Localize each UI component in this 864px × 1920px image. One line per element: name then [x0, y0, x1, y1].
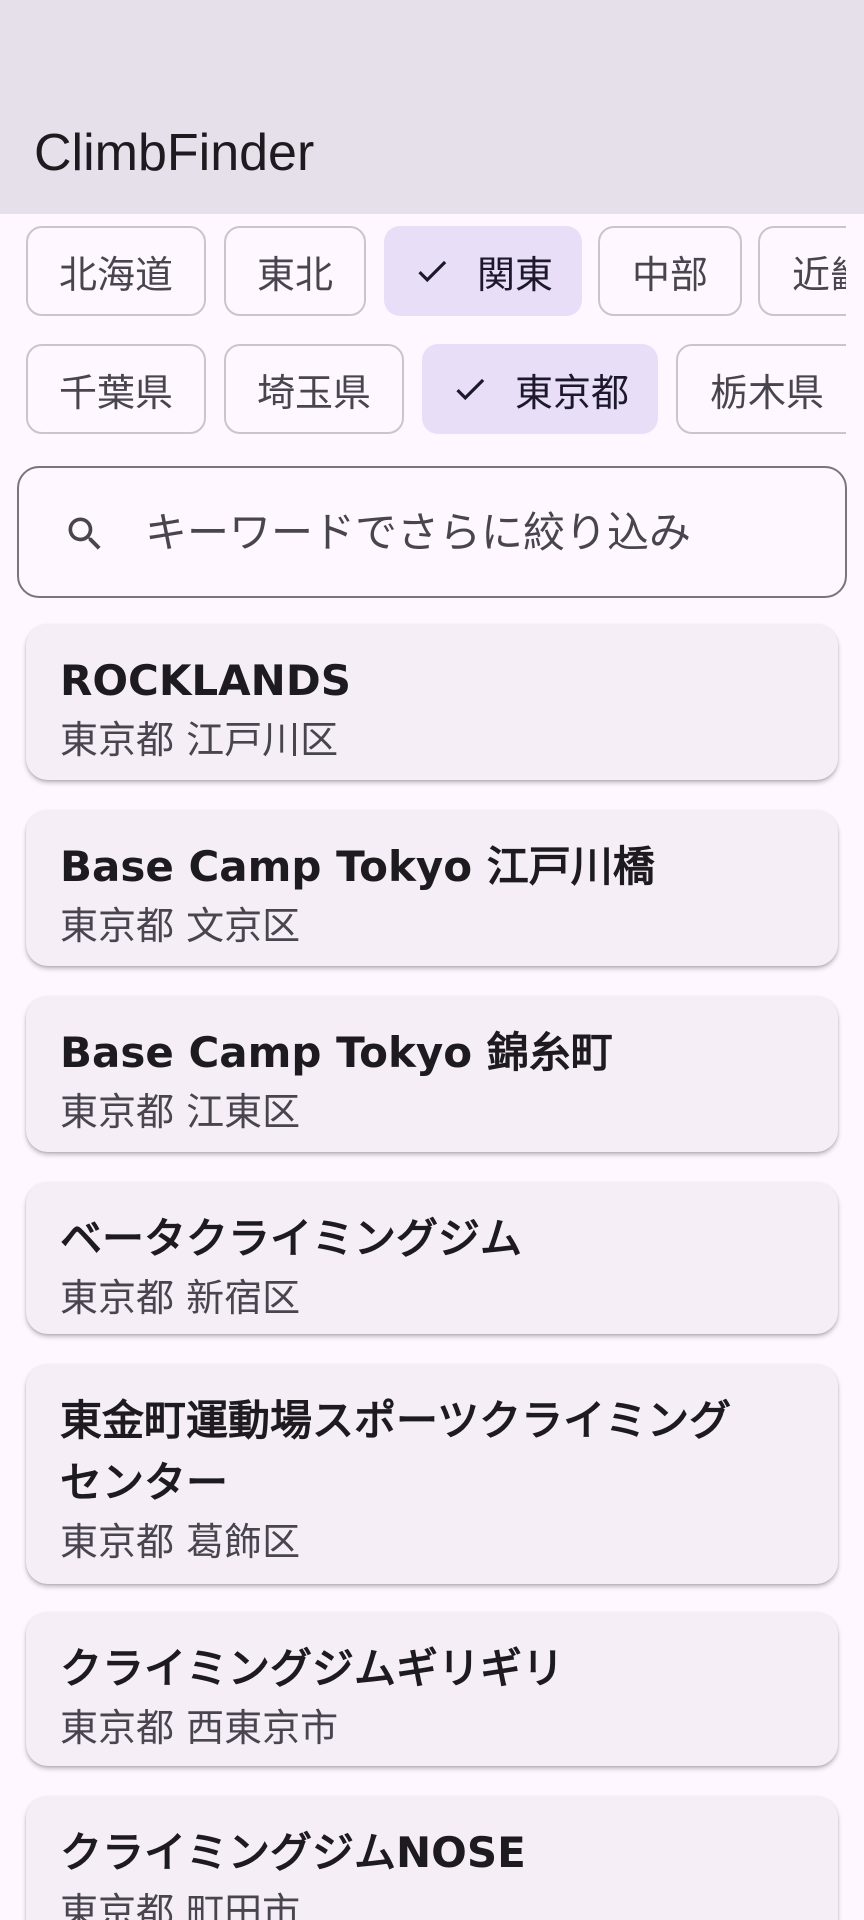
region-chip-chubu[interactable]: 中部: [598, 226, 742, 316]
gym-location: 東京都 町田市: [60, 1890, 301, 1920]
check-icon: [418, 260, 447, 283]
chip-label: 中部: [631, 252, 708, 297]
gym-card[interactable]: Base Camp Tokyo 江戸川橋 東京都 文京区: [26, 810, 838, 966]
gym-name: クライミングジムNOSE: [60, 1828, 526, 1877]
gym-card[interactable]: Base Camp Tokyo 錦糸町 東京都 江東区: [26, 996, 838, 1152]
search-icon: [68, 517, 101, 550]
chip-label: 近畿: [792, 252, 846, 297]
gym-location: 東京都 葛飾区: [60, 1520, 301, 1564]
search-input[interactable]: [129, 492, 819, 572]
gym-name: 東金町運動場スポーツクライミングセンター: [60, 1396, 732, 1507]
app-title: ClimbFinder: [34, 124, 315, 182]
gym-card[interactable]: ROCKLANDS 東京都 江戸川区: [26, 624, 838, 780]
gym-name: Base Camp Tokyo 江戸川橋: [60, 842, 655, 891]
gym-name: ROCKLANDS: [60, 656, 351, 705]
chip-label: 栃木県: [710, 370, 825, 415]
search-field[interactable]: [17, 466, 847, 598]
gym-card[interactable]: クライミングジムギリギリ 東京都 西東京市: [26, 1612, 838, 1766]
gym-location: 東京都 江戸川区: [60, 718, 339, 762]
region-chip-kinki[interactable]: 近畿: [758, 226, 846, 316]
chip-label: 埼玉県: [256, 370, 371, 415]
prefecture-filter-row[interactable]: 千葉県 埼玉県 東京都 栃木県: [26, 344, 846, 436]
gym-name: Base Camp Tokyo 錦糸町: [60, 1028, 613, 1077]
chip-label: 東京都: [514, 370, 629, 415]
chip-label: 東北: [256, 252, 333, 297]
chip-label: 北海道: [58, 252, 173, 297]
top-app-bar: ClimbFinder: [0, 0, 864, 214]
prefecture-chip-tokyo[interactable]: 東京都: [422, 344, 658, 434]
gym-location: 東京都 江東区: [60, 1090, 301, 1134]
prefecture-chip-tochigi[interactable]: 栃木県: [676, 344, 846, 434]
region-chip-kanto[interactable]: 関東: [384, 226, 582, 316]
chip-label: 関東: [476, 252, 553, 297]
region-filter-row[interactable]: 北海道 東北 関東 中部 近畿: [26, 226, 846, 318]
prefecture-chip-chiba[interactable]: 千葉県: [26, 344, 206, 434]
check-icon: [456, 378, 485, 401]
gym-name: ベータクライミングジム: [60, 1214, 523, 1263]
gym-card[interactable]: 東金町運動場スポーツクライミングセンター 東京都 葛飾区: [26, 1364, 838, 1584]
gym-location: 東京都 西東京市: [60, 1706, 339, 1750]
region-chip-tohoku[interactable]: 東北: [224, 226, 366, 316]
gym-name: クライミングジムギリギリ: [60, 1644, 565, 1693]
gym-location: 東京都 新宿区: [60, 1276, 301, 1320]
prefecture-chip-saitama[interactable]: 埼玉県: [224, 344, 404, 434]
chip-label: 千葉県: [58, 370, 173, 415]
gym-card[interactable]: クライミングジムNOSE 東京都 町田市: [26, 1796, 838, 1920]
gym-card[interactable]: ベータクライミングジム 東京都 新宿区: [26, 1182, 838, 1334]
gym-location: 東京都 文京区: [60, 904, 301, 948]
region-chip-hokkaido[interactable]: 北海道: [26, 226, 206, 316]
